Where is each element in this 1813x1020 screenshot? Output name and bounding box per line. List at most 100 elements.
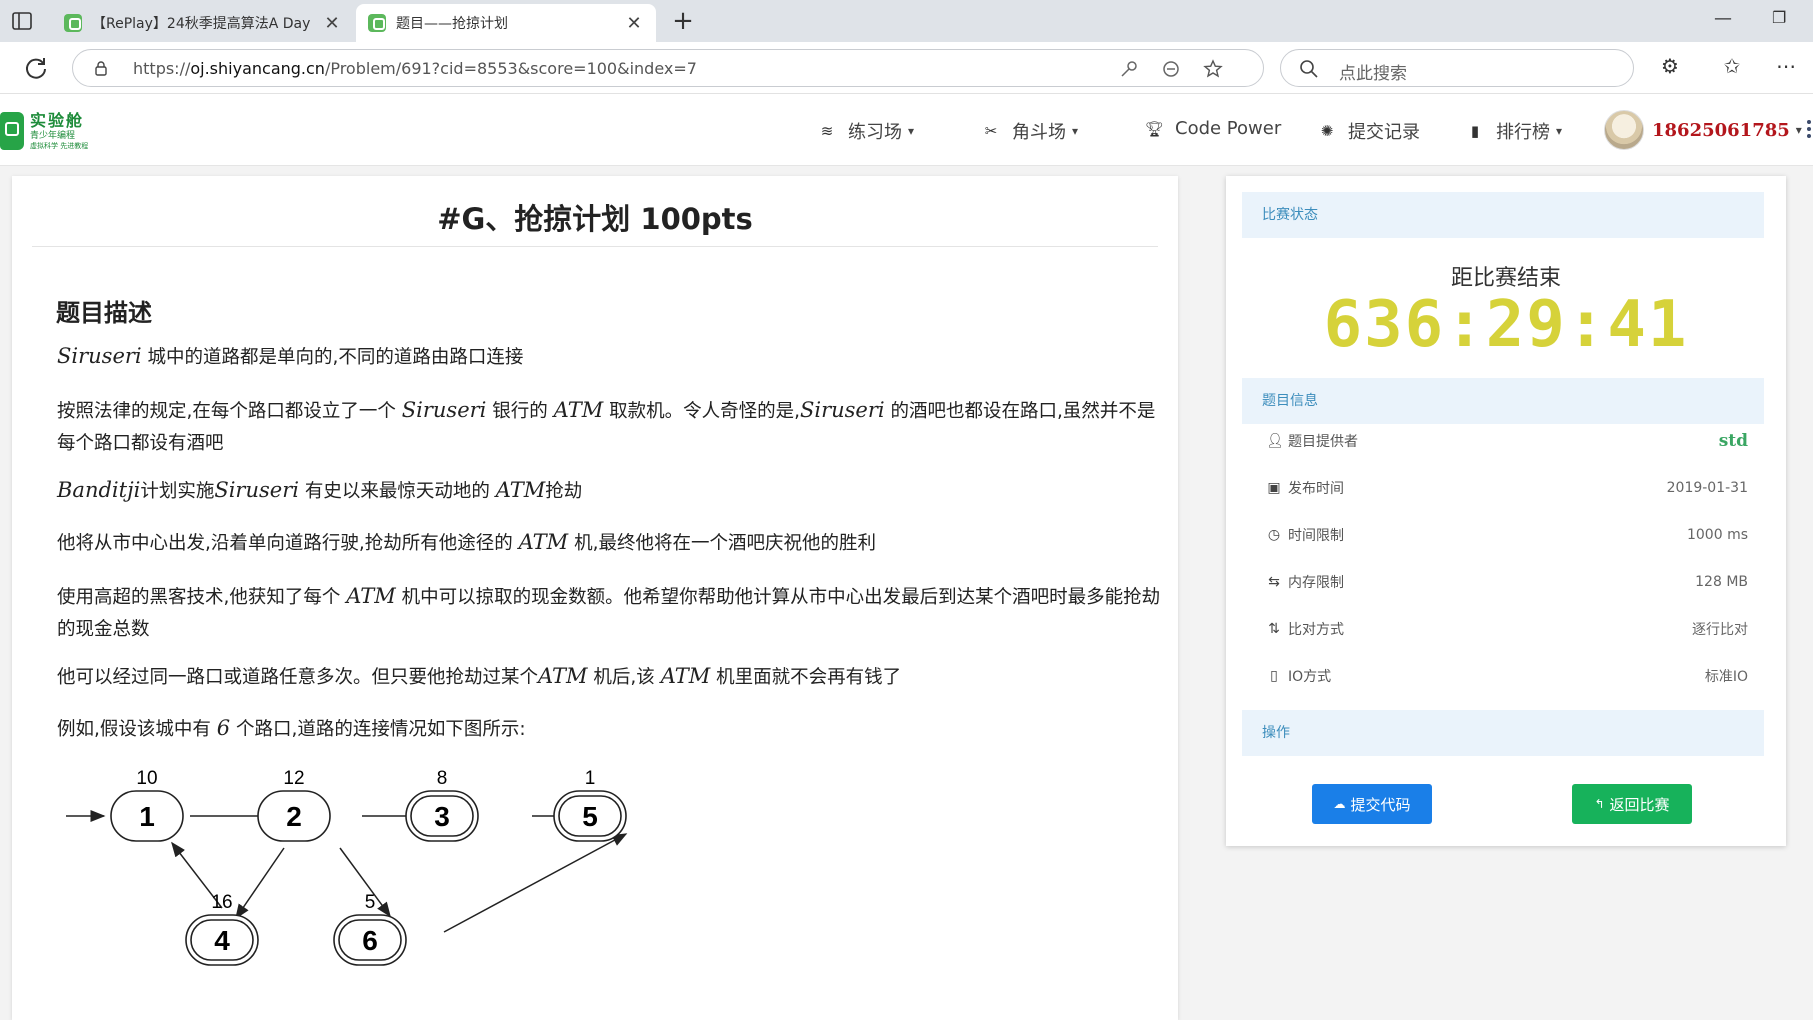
graph-node-5: 51 <box>553 768 627 842</box>
site-logo[interactable]: 实验舱 青少年编程 虚拟科学 先进教程 <box>0 112 88 150</box>
address-bar[interactable]: https://oj.shiyancang.cn/Problem/691?cid… <box>72 49 1264 87</box>
nav-arena[interactable]: ✂ 角斗场 ▾ <box>982 118 1078 144</box>
title-divider <box>32 246 1158 247</box>
sync-icon[interactable] <box>1161 59 1181 79</box>
tab-close-icon[interactable]: ✕ <box>322 13 342 34</box>
countdown-timer: 636:29:41 <box>1323 288 1689 362</box>
problem-paragraph-5: 使用高超的黑客技术,他获知了每个 ATM 机中可以掠取的现金数额。他希望你帮助他… <box>57 584 1161 640</box>
problem-paragraph-3: Banditji计划实施Siruseri 有史以来最惊天动地的 ATM抢劫 <box>57 478 583 502</box>
graph-node-6: 65 <box>333 892 407 966</box>
problem-paragraph-1: Siruseri 城中的道路都是单向的,不同的道路由路口连接 <box>57 344 524 368</box>
graph-node-2: 2 12 <box>257 768 331 842</box>
cloud-upload-icon: ☁ <box>1333 797 1346 811</box>
info-row-provider: 👤︎ 题目提供者 std <box>1266 431 1748 451</box>
browser-tab-problem[interactable]: 题目——抢掠计划 ✕ <box>356 4 656 42</box>
graph-edge-2-4 <box>235 847 285 920</box>
graph-node-value: 8 <box>437 768 448 789</box>
site-header: 实验舱 青少年编程 虚拟科学 先进教程 ≋ 练习场 ▾ ✂ 角斗场 ▾ 🏆︎ C… <box>0 94 1813 166</box>
problem-paragraph-6: 他可以经过同一路口或道路任意多次。但只要他抢劫过某个ATM 机后,该 ATM 机… <box>57 664 902 688</box>
favorites-icon[interactable]: ✩ <box>1718 54 1746 82</box>
problem-paragraph-7: 例如,假设该城中有 6 个路口,道路的连接情况如下图所示: <box>57 716 526 740</box>
problem-paragraph-2: 按照法律的规定,在每个路口都设立了一个 Siruseri 银行的 ATM 取款机… <box>57 398 1156 454</box>
chevron-down-icon: ▾ <box>1072 124 1079 138</box>
graph-node-label: 3 <box>434 801 450 832</box>
submit-code-button[interactable]: ☁ 提交代码 <box>1312 784 1432 824</box>
graph-node-label: 5 <box>582 801 598 832</box>
logo-tagline: 虚拟科学 先进教程 <box>30 141 89 150</box>
compare-icon: ⇅ <box>1268 621 1280 637</box>
graph-node-3: 38 <box>405 768 479 842</box>
problem-info-heading: 题目信息 <box>1242 378 1764 424</box>
logo-text: 实验舱 <box>30 110 85 130</box>
nav-practice[interactable]: ≋ 练习场 ▾ <box>818 118 914 144</box>
search-box[interactable]: 点此搜索 <box>1280 49 1634 87</box>
graph-node-label: 1 <box>139 801 155 832</box>
site-favicon-icon <box>64 14 82 32</box>
chevron-down-icon: ▾ <box>1556 124 1563 138</box>
sliders-icon: ⇆ <box>1268 574 1280 590</box>
file-icon: ▯ <box>1270 668 1278 684</box>
logo-mark-icon <box>0 112 24 150</box>
avatar[interactable] <box>1604 110 1644 150</box>
graph-node-value: 1 <box>585 768 596 789</box>
nav-leaderboard[interactable]: ▮ 排行榜 ▾ <box>1466 118 1562 144</box>
info-row-io-mode: ▯ IO方式 标准IO <box>1266 661 1748 691</box>
contest-status-heading: 比赛状态 <box>1242 192 1764 238</box>
provider-value[interactable]: std <box>1719 431 1748 451</box>
graph-edge-6-5 <box>443 833 628 933</box>
search-placeholder: 点此搜索 <box>1339 64 1407 84</box>
user-menu[interactable]: 18625061785 ▾ <box>1604 110 1802 150</box>
tab-actions-icon[interactable] <box>10 9 34 33</box>
graph-node-value: 10 <box>136 768 157 789</box>
operations-heading: 操作 <box>1242 710 1764 756</box>
tools-icon: ✂ <box>984 122 998 140</box>
back-to-contest-button[interactable]: ↰ 返回比赛 <box>1572 784 1692 824</box>
logo-subtitle: 青少年编程 <box>30 130 76 141</box>
key-icon[interactable] <box>1119 59 1139 79</box>
clock-icon: ◷ <box>1267 527 1281 543</box>
extensions-icon[interactable]: ⚙ <box>1656 54 1684 82</box>
graph-node-label: 6 <box>362 925 378 956</box>
user-icon: 👤︎ <box>1266 433 1284 449</box>
search-icon <box>1300 60 1318 78</box>
contest-sidebar: 比赛状态 距比赛结束 636:29:41 题目信息 👤︎ 题目提供者 std ▣… <box>1226 176 1786 846</box>
tab-title: 题目——抢掠计划 <box>396 16 508 32</box>
info-row-memory-limit: ⇆ 内存限制 128 MB <box>1266 567 1748 597</box>
problem-paragraph-4: 他将从市中心出发,沿着单向道路行驶,抢劫所有他途径的 ATM 机,最终他将在一个… <box>57 530 876 554</box>
chevron-down-icon: ▾ <box>908 124 915 138</box>
nav-submissions[interactable]: ✺ 提交记录 <box>1318 118 1420 144</box>
trophy-icon: 🏆︎ <box>1145 119 1165 138</box>
graph-node-1: 1 10 <box>110 768 184 842</box>
lock-icon[interactable] <box>93 60 109 76</box>
graph-node-label: 2 <box>286 801 302 832</box>
graph-node-value: 5 <box>365 892 376 913</box>
problem-panel: #G、抢掠计划 100pts 题目描述 Siruseri 城中的道路都是单向的,… <box>12 176 1178 1020</box>
browser-tab-replay[interactable]: 【RePlay】24秋季提高算法A Day ✕ <box>52 4 354 42</box>
reload-icon[interactable] <box>22 54 50 82</box>
tab-close-icon[interactable]: ✕ <box>624 13 644 34</box>
reply-arrow-icon: ↰ <box>1594 797 1605 811</box>
favorite-star-icon[interactable] <box>1203 59 1223 79</box>
nav-code-power[interactable]: 🏆︎ Code Power <box>1145 118 1281 139</box>
site-favicon-icon <box>368 14 386 32</box>
new-tab-icon[interactable]: + <box>668 6 698 36</box>
browser-toolbar: https://oj.shiyancang.cn/Problem/691?cid… <box>0 42 1813 94</box>
username: 18625061785 <box>1652 119 1790 141</box>
section-heading: 题目描述 <box>56 299 152 327</box>
tab-title: 【RePlay】24秋季提高算法A Day <box>92 16 311 32</box>
info-row-publish-date: ▣ 发布时间 2019-01-31 <box>1267 480 1748 497</box>
header-more-icon[interactable] <box>1807 120 1811 138</box>
chevron-down-icon: ▾ <box>1795 123 1802 137</box>
page-title: #G、抢掠计划 100pts <box>437 202 753 236</box>
more-options-icon[interactable]: ⋯ <box>1772 54 1800 82</box>
bug-icon: ✺ <box>1320 122 1334 140</box>
info-row-compare-mode: ⇅ 比对方式 逐行比对 <box>1266 614 1748 644</box>
graph-figure: 110212385141665 <box>66 768 628 966</box>
url-text[interactable]: https://oj.shiyancang.cn/Problem/691?cid… <box>133 59 697 78</box>
graph-node-value: 16 <box>211 892 232 913</box>
restore-icon[interactable]: ❐ <box>1772 8 1786 27</box>
browser-tab-strip: 【RePlay】24秋季提高算法A Day ✕ 题目——抢掠计划 ✕ + — ❐ <box>0 0 1813 42</box>
graph-node-value: 12 <box>283 768 304 789</box>
minimize-icon[interactable]: — <box>1714 8 1732 29</box>
calendar-icon: ▣ <box>1267 480 1281 496</box>
